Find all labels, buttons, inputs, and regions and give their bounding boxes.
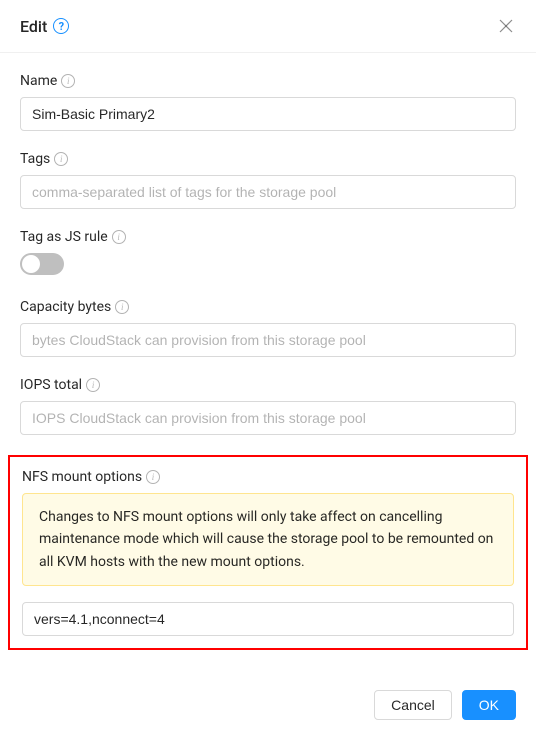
help-icon[interactable]: ? [53, 18, 69, 34]
cancel-button[interactable]: Cancel [374, 690, 452, 720]
nfs-label: NFS mount options i [22, 469, 514, 485]
js-rule-toggle[interactable] [20, 253, 64, 275]
name-label-text: Name [20, 73, 57, 89]
iops-input[interactable] [20, 401, 516, 435]
dialog-title: Edit ? [20, 17, 69, 36]
tags-label: Tags i [20, 151, 516, 167]
tags-label-text: Tags [20, 151, 50, 167]
info-icon[interactable]: i [146, 470, 160, 484]
js-rule-label-text: Tag as JS rule [20, 229, 108, 245]
capacity-label-text: Capacity bytes [20, 299, 111, 315]
nfs-warning-text: Changes to NFS mount options will only t… [39, 509, 493, 570]
capacity-input[interactable] [20, 323, 516, 357]
iops-label-text: IOPS total [20, 377, 82, 393]
dialog-footer: Cancel OK [0, 690, 536, 740]
info-icon[interactable]: i [115, 300, 129, 314]
nfs-highlighted-section: NFS mount options i Changes to NFS mount… [8, 455, 528, 650]
name-input[interactable] [20, 97, 516, 131]
info-icon[interactable]: i [54, 152, 68, 166]
tags-input[interactable] [20, 175, 516, 209]
dialog-body: Name i Tags i Tag as JS rule i Capacity … [0, 53, 536, 690]
dialog-title-text: Edit [20, 17, 47, 36]
close-button[interactable] [496, 16, 516, 36]
nfs-label-text: NFS mount options [22, 469, 142, 485]
ok-button[interactable]: OK [462, 690, 516, 720]
close-icon [499, 19, 513, 33]
tags-group: Tags i [20, 151, 516, 209]
capacity-group: Capacity bytes i [20, 299, 516, 357]
js-rule-label: Tag as JS rule i [20, 229, 516, 245]
name-label: Name i [20, 73, 516, 89]
capacity-label: Capacity bytes i [20, 299, 516, 315]
js-rule-group: Tag as JS rule i [20, 229, 516, 279]
nfs-warning-alert: Changes to NFS mount options will only t… [22, 493, 514, 586]
info-icon[interactable]: i [86, 378, 100, 392]
iops-label: IOPS total i [20, 377, 516, 393]
name-group: Name i [20, 73, 516, 131]
dialog-header: Edit ? [0, 0, 536, 53]
info-icon[interactable]: i [112, 230, 126, 244]
iops-group: IOPS total i [20, 377, 516, 435]
info-icon[interactable]: i [61, 74, 75, 88]
nfs-input[interactable] [22, 602, 514, 636]
